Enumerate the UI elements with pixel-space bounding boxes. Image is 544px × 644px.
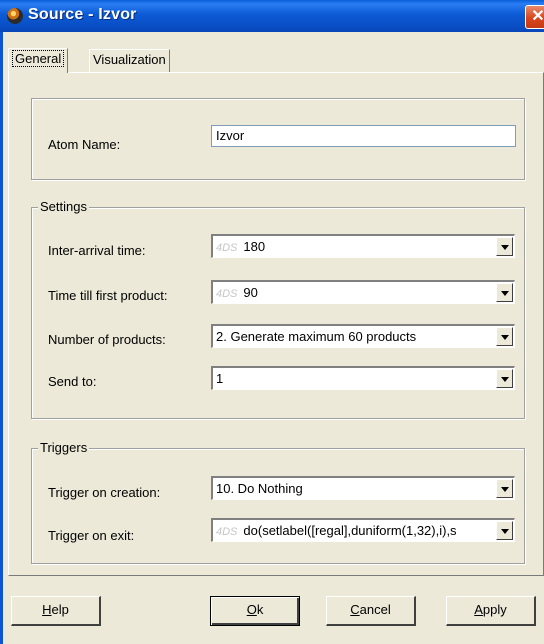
cancel-mnemonic: C [350, 602, 360, 617]
close-icon[interactable]: ✕ [525, 5, 544, 29]
apply-button[interactable]: Apply [446, 596, 536, 626]
dropdown-arrow-icon[interactable] [496, 327, 513, 346]
ok-label: k [256, 602, 264, 617]
trigger-creation-combo[interactable]: 10. Do Nothing [211, 476, 515, 500]
atom-name-label: Atom Name: [48, 137, 121, 152]
num-products-label: Number of products: [48, 332, 166, 347]
tab-general-label: General [12, 50, 65, 67]
help-button[interactable]: Help [11, 596, 101, 626]
4ds-tag: 4DS [216, 526, 238, 538]
apply-label: pply [482, 602, 507, 617]
dropdown-arrow-icon[interactable] [496, 521, 513, 540]
inter-arrival-value: 180 [243, 239, 266, 254]
dropdown-arrow-icon[interactable] [496, 283, 513, 302]
num-products-value: 2. Generate maximum 60 products [216, 329, 417, 344]
trigger-exit-value: do(setlabel([regal],duniform(1,32),i),s [243, 523, 457, 538]
tab-visualization[interactable]: Visualization [89, 49, 170, 72]
first-product-label: Time till first product: [48, 288, 168, 303]
trigger-creation-label: Trigger on creation: [48, 485, 161, 500]
trigger-exit-label: Trigger on exit: [48, 528, 135, 543]
window-frame [0, 32, 3, 644]
dialog-window: Source - Izvor ✕ General Visualization A… [0, 0, 544, 644]
trigger-exit-combo[interactable]: 4DS do(setlabel([regal],duniform(1,32),i)… [211, 518, 515, 542]
4ds-tag: 4DS [216, 242, 238, 254]
triggers-legend: Triggers [38, 440, 90, 455]
send-to-combo[interactable]: 1 [211, 366, 515, 390]
settings-legend: Settings [38, 199, 89, 214]
first-product-combo[interactable]: 4DS 90 [211, 280, 515, 304]
send-to-value: 1 [216, 371, 224, 386]
source-app-icon [7, 8, 23, 24]
tab-general[interactable]: General [8, 48, 69, 73]
num-products-combo[interactable]: 2. Generate maximum 60 products [211, 324, 515, 348]
inter-arrival-combo[interactable]: 4DS 180 [211, 234, 515, 258]
dropdown-arrow-icon[interactable] [496, 369, 513, 388]
ok-mnemonic: O [246, 602, 257, 617]
ok-button[interactable]: Ok [210, 596, 300, 626]
help-label: elp [51, 602, 69, 617]
inter-arrival-label: Inter-arrival time: [48, 243, 146, 258]
dropdown-arrow-icon[interactable] [496, 479, 513, 498]
atom-name-input[interactable]: Izvor [211, 125, 516, 147]
trigger-creation-value: 10. Do Nothing [216, 481, 303, 496]
dropdown-arrow-icon[interactable] [496, 237, 513, 256]
send-to-label: Send to: [48, 374, 97, 389]
title-bar[interactable]: Source - Izvor ✕ [0, 0, 544, 32]
triggers-group: Triggers [31, 440, 525, 564]
4ds-tag: 4DS [216, 288, 238, 300]
tab-visualization-label: Visualization [93, 52, 166, 67]
cancel-label: ancel [359, 602, 391, 617]
help-mnemonic: H [42, 602, 52, 617]
window-title: Source - Izvor [28, 6, 137, 23]
cancel-button[interactable]: Cancel [326, 596, 416, 626]
apply-mnemonic: A [474, 602, 483, 617]
first-product-value: 90 [243, 285, 258, 300]
